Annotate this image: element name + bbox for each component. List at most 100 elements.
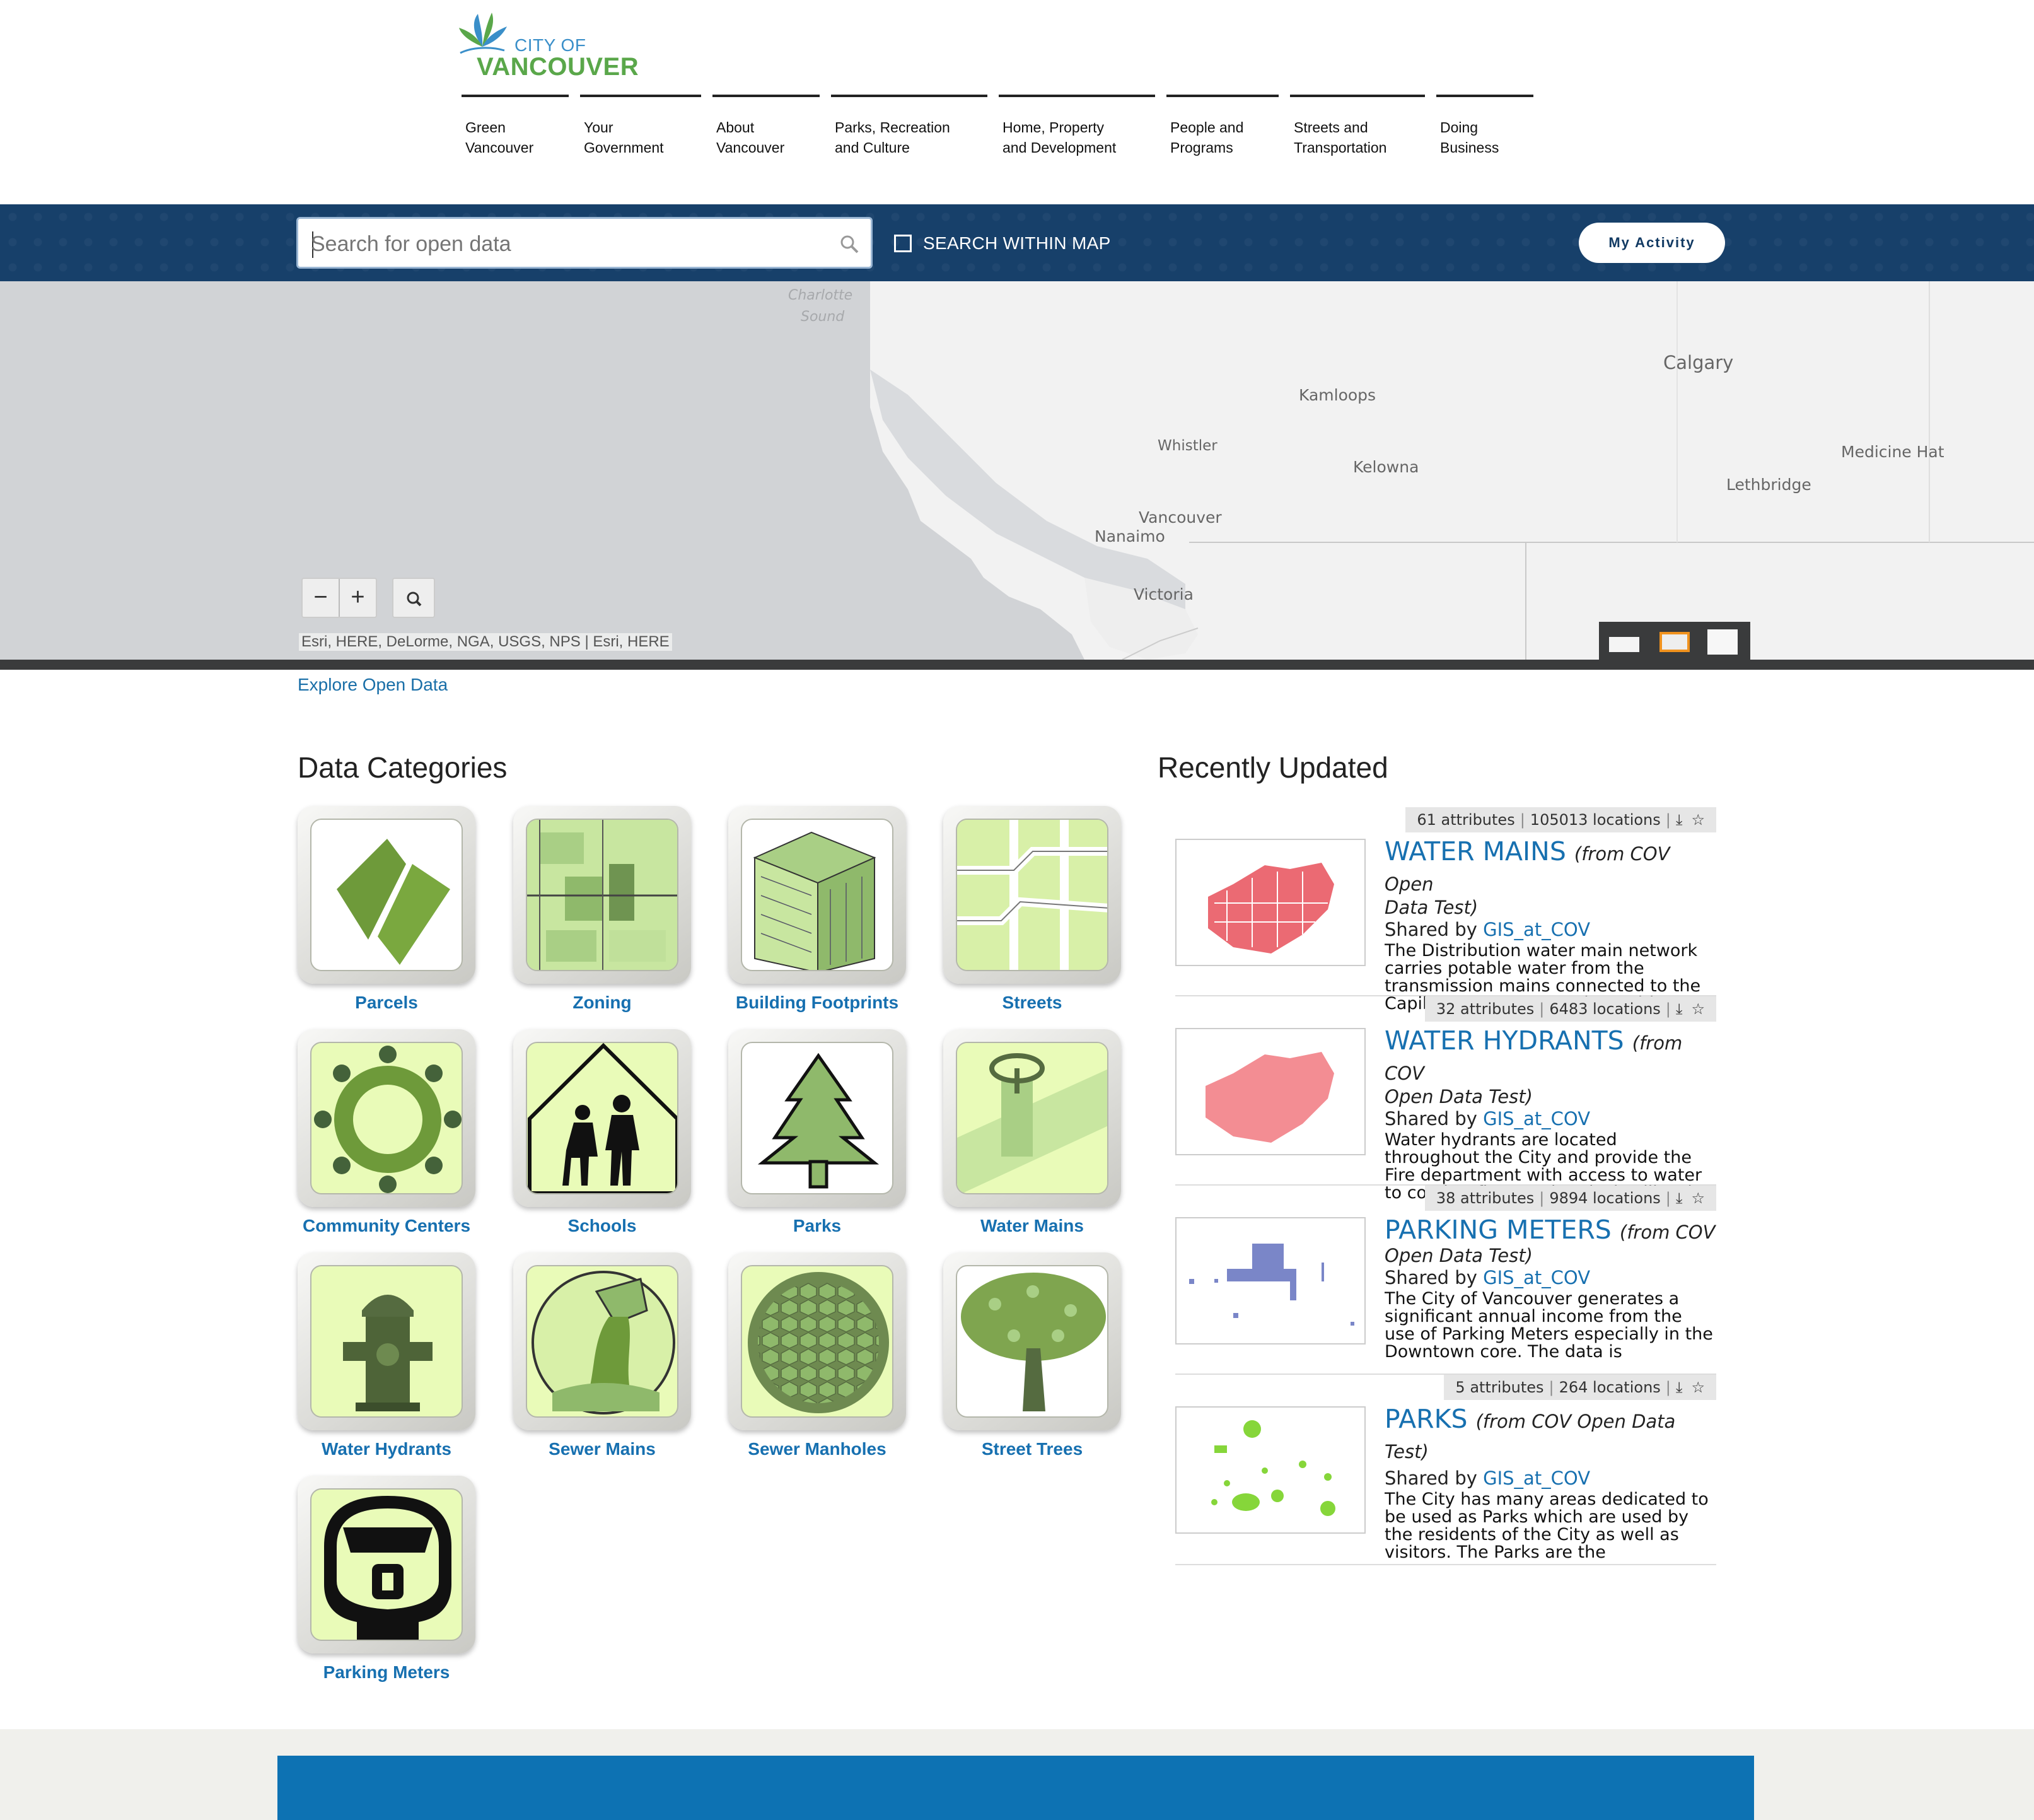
search-band: SEARCH WITHIN MAP My Activity xyxy=(0,204,2034,281)
hydrant-icon xyxy=(310,1265,463,1418)
category-parcels[interactable]: Parcels xyxy=(298,806,475,1013)
nav-green-vancouver[interactable]: Green Vancouver xyxy=(462,95,569,164)
recent-item: 38 attributes | 9894 locations | ⤓ ☆ PARKING … xyxy=(1175,1186,1716,1375)
search-box[interactable] xyxy=(296,217,873,269)
category-building-footprints[interactable]: Building Footprints xyxy=(728,806,906,1013)
category-sewer-mains[interactable]: Sewer Mains xyxy=(513,1252,691,1459)
category-sewer-manholes[interactable]: Sewer Manholes xyxy=(728,1252,906,1459)
locations-count: 9894 locations xyxy=(1549,1189,1661,1207)
item-owner: Shared by GIS_at_COV xyxy=(1385,1466,1716,1491)
search-input[interactable] xyxy=(311,230,828,258)
nav-label-line1: Streets and xyxy=(1294,119,1368,136)
item-title[interactable]: WATER HYDRANTS (from COV xyxy=(1385,1027,1716,1087)
item-stats: 5 attributes | 264 locations | ⤓ ☆ xyxy=(1444,1375,1716,1400)
item-thumbnail[interactable] xyxy=(1175,1406,1366,1534)
category-label: Street Trees xyxy=(981,1439,1083,1459)
search-within-map-label: SEARCH WITHIN MAP xyxy=(923,233,1111,253)
shared-by-label: Shared by xyxy=(1385,1108,1477,1129)
map-search-button[interactable] xyxy=(392,578,435,618)
locations-count: 6483 locations xyxy=(1549,1000,1661,1018)
basemap-option-gray[interactable] xyxy=(1659,632,1690,652)
item-title[interactable]: PARKS (from COV Open Data Test) xyxy=(1385,1405,1716,1466)
favorite-star-icon[interactable]: ☆ xyxy=(1691,811,1705,829)
map-footer-bar xyxy=(0,660,2034,670)
download-icon[interactable]: ⤓ xyxy=(1676,1189,1683,1207)
nav-home-property-development[interactable]: Home, Property and Development xyxy=(999,95,1155,164)
recent-item: 61 attributes | 105013 locations | ⤓ ☆ WATER … xyxy=(1175,807,1716,1013)
recently-updated-title: Recently Updated xyxy=(1158,751,1388,784)
basemap-option-light[interactable] xyxy=(1707,629,1738,655)
category-street-trees[interactable]: Street Trees xyxy=(943,1252,1121,1459)
attributes-count: 38 attributes xyxy=(1436,1189,1535,1207)
zoom-out-button[interactable]: − xyxy=(303,579,339,617)
nav-people-programs[interactable]: People and Programs xyxy=(1166,95,1279,164)
category-schools[interactable]: Schools xyxy=(513,1029,691,1236)
item-title-text[interactable]: PARKING METERS xyxy=(1385,1215,1612,1245)
category-label: Zoning xyxy=(572,993,632,1012)
category-parking-meters[interactable]: Parking Meters xyxy=(298,1476,475,1683)
category-tile xyxy=(513,806,691,984)
category-tile xyxy=(298,1252,475,1430)
basemap-option-streets[interactable] xyxy=(1609,632,1639,652)
nav-label-line1: Your xyxy=(584,119,613,136)
nav-label-line2: and Culture xyxy=(835,139,910,156)
nav-streets-transportation[interactable]: Streets and Transportation xyxy=(1290,95,1425,164)
item-title-text[interactable]: WATER HYDRANTS xyxy=(1385,1025,1624,1056)
favorite-star-icon[interactable]: ☆ xyxy=(1691,1000,1705,1018)
hydrants-map-thumbnail xyxy=(1206,1052,1334,1143)
my-activity-button[interactable]: My Activity xyxy=(1579,223,1725,263)
item-title-text[interactable]: WATER MAINS xyxy=(1385,836,1566,866)
download-icon[interactable]: ⤓ xyxy=(1676,811,1683,829)
item-owner: Shared by GIS_at_COV xyxy=(1385,1265,1716,1290)
item-thumbnail[interactable] xyxy=(1175,1028,1366,1155)
search-icon[interactable] xyxy=(837,231,862,257)
category-parks[interactable]: Parks xyxy=(728,1029,906,1236)
city-logo[interactable]: CITY OF VANCOUVER xyxy=(454,9,639,81)
category-label: Water Hydrants xyxy=(322,1439,451,1459)
nav-label-line2: Vancouver xyxy=(716,139,785,156)
owner-link[interactable]: GIS_at_COV xyxy=(1483,1267,1590,1288)
item-title[interactable]: WATER MAINS (from COV Open xyxy=(1385,837,1716,898)
item-owner: Shared by GIS_at_COV xyxy=(1385,917,1716,942)
favorite-star-icon[interactable]: ☆ xyxy=(1691,1379,1705,1396)
category-tile xyxy=(298,806,475,984)
download-icon[interactable]: ⤓ xyxy=(1676,1379,1683,1396)
explore-open-data-link[interactable]: Explore Open Data xyxy=(298,675,448,695)
nav-doing-business[interactable]: Doing Business xyxy=(1436,95,1533,164)
category-community-centers[interactable]: Community Centers xyxy=(298,1029,475,1236)
nav-your-government[interactable]: Your Government xyxy=(580,95,701,164)
stat-separator: | xyxy=(1665,1379,1671,1396)
download-icon[interactable]: ⤓ xyxy=(1676,1000,1683,1018)
category-label: Schools xyxy=(567,1216,637,1235)
nav-parks-recreation-culture[interactable]: Parks, Recreation and Culture xyxy=(831,95,987,164)
locations-count: 105013 locations xyxy=(1530,811,1661,829)
owner-link[interactable]: GIS_at_COV xyxy=(1483,919,1590,940)
nav-about-vancouver[interactable]: About Vancouver xyxy=(712,95,820,164)
category-tile xyxy=(513,1252,691,1430)
item-thumbnail[interactable] xyxy=(1175,839,1366,966)
category-zoning[interactable]: Zoning xyxy=(513,806,691,1013)
nav-label-line2: Government xyxy=(584,139,664,156)
stat-separator: | xyxy=(1665,811,1671,829)
category-water-hydrants[interactable]: Water Hydrants xyxy=(298,1252,475,1459)
category-streets[interactable]: Streets xyxy=(943,806,1121,1013)
manhole-icon xyxy=(741,1265,893,1418)
item-title[interactable]: PARKING METERS (from COV xyxy=(1385,1216,1716,1246)
search-within-map-checkbox[interactable] xyxy=(894,235,912,252)
category-water-mains[interactable]: Water Mains xyxy=(943,1029,1121,1236)
search-within-map-toggle[interactable]: SEARCH WITHIN MAP xyxy=(894,231,1111,256)
item-thumbnail[interactable] xyxy=(1175,1217,1366,1345)
map-label-calgary: Calgary xyxy=(1663,352,1734,373)
item-title-text[interactable]: PARKS xyxy=(1385,1404,1468,1434)
favorite-star-icon[interactable]: ☆ xyxy=(1691,1189,1705,1207)
category-label: Sewer Mains xyxy=(549,1439,656,1459)
map-view[interactable]: Charlotte Sound Calgary Kamloops Whistle… xyxy=(0,281,2034,660)
category-label: Streets xyxy=(1002,993,1062,1012)
owner-link[interactable]: GIS_at_COV xyxy=(1483,1467,1590,1489)
item-details: PARKS (from COV Open Data Test) Shared b… xyxy=(1385,1405,1716,1561)
zoom-in-button[interactable]: + xyxy=(340,579,376,617)
map-label-charlotte: Charlotte xyxy=(788,288,853,303)
data-categories-title: Data Categories xyxy=(298,751,508,784)
owner-link[interactable]: GIS_at_COV xyxy=(1483,1108,1590,1129)
item-source-cont: Data Test) xyxy=(1385,897,1479,918)
